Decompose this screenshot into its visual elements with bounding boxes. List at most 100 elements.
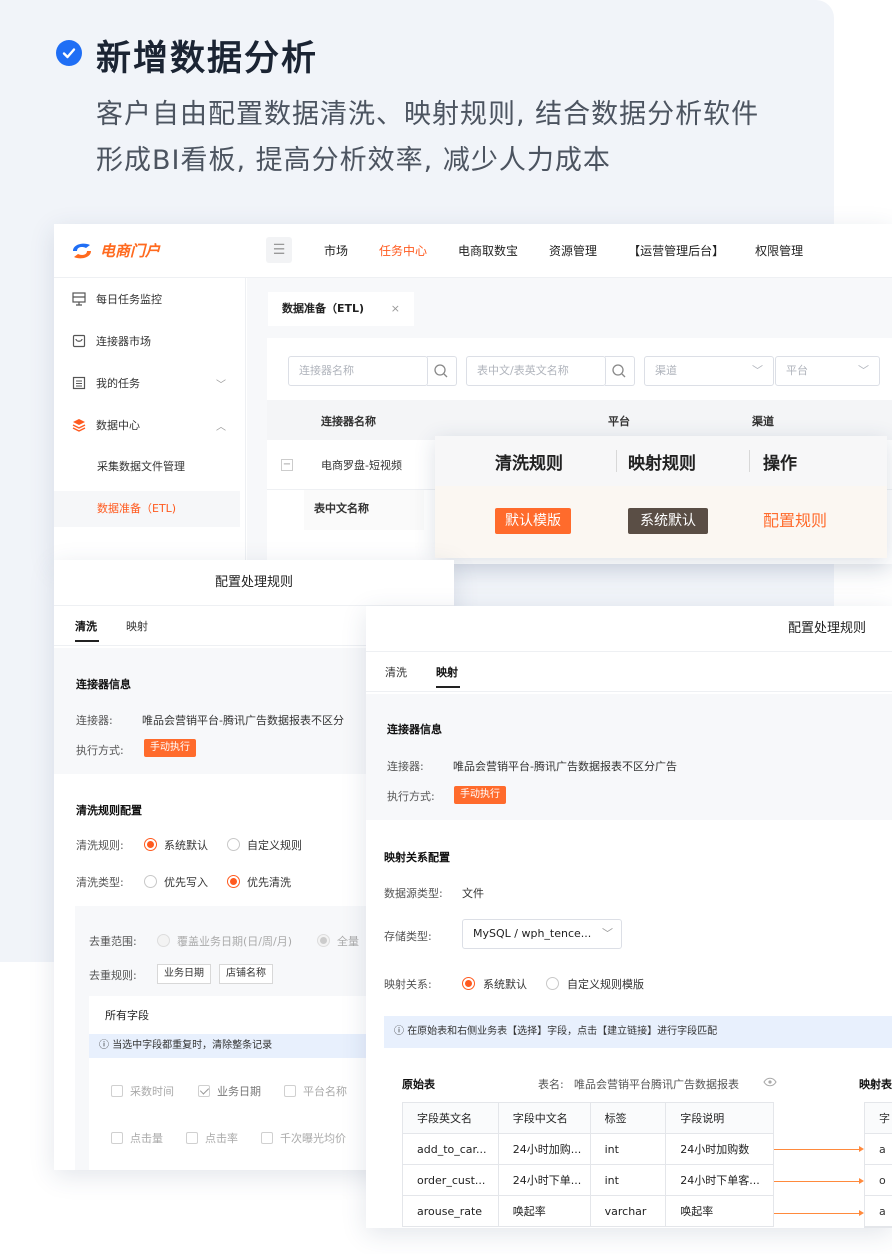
sidebar-item-daily-monitor[interactable]: 每日任务监控 — [54, 281, 240, 317]
search-button[interactable] — [605, 356, 635, 386]
storage-select[interactable]: MySQL / wph_tence... ﹀ — [462, 919, 622, 949]
zoom-header: 清洗规则 映射规则 操作 — [435, 436, 887, 486]
nav-item-resources[interactable]: 资源管理 — [549, 242, 597, 259]
cell: 唤起率 — [497, 1195, 591, 1227]
radio-cover-date[interactable] — [157, 934, 170, 947]
cell[interactable]: a — [865, 1134, 892, 1165]
table-name-label: 表名: — [538, 1078, 564, 1091]
dedup-scope-label: 去重范围: — [89, 935, 137, 948]
logo-text: 电商门户 — [100, 242, 161, 260]
radio-write-first[interactable] — [144, 875, 157, 888]
sidebar-subitem-file-mgmt[interactable]: 采集数据文件管理 — [54, 449, 240, 485]
map-label: 映射关系: — [384, 978, 432, 991]
nav-item-ops-admin[interactable]: 【运营管理后台】 — [628, 242, 724, 259]
check-circle-icon — [56, 40, 82, 66]
hero-subtitle-line2: 形成BI看板, 提高分析效率, 减少人力成本 — [96, 145, 611, 176]
radio-system-default[interactable] — [462, 977, 475, 990]
rules-zoom-card: 清洗规则 映射规则 操作 默认模版 系统默认 配置规则 — [435, 436, 887, 558]
cell[interactable]: a — [865, 1196, 892, 1227]
logo[interactable]: 电商门户 — [70, 240, 160, 261]
sidebar-item-data-center[interactable]: 数据中心 ︿ — [54, 407, 240, 443]
divider — [749, 450, 750, 472]
sidebar: 每日任务监控 连接器市场 我的任务 ﹀ 数据中心 ︿ 采集数据文件管理 数据准备… — [54, 278, 246, 564]
table-name-input[interactable]: 表中文/表英文名称 — [466, 356, 606, 386]
link-line — [774, 1213, 862, 1214]
dedup-chip[interactable]: 店铺名称 — [219, 964, 273, 984]
chevron-up-icon[interactable]: ︿ — [216, 418, 226, 433]
col-map-rule: 映射规则 — [628, 454, 696, 474]
radio-full[interactable] — [317, 934, 330, 947]
row-connector-name: 电商罗盘-短视频 — [321, 459, 402, 472]
platform-select[interactable]: 平台 ﹀ — [775, 356, 880, 386]
tab-label: 数据准备（ETL) — [282, 302, 365, 315]
monitor-icon — [72, 292, 86, 306]
connector-info-section — [366, 694, 892, 820]
checkbox-collect-time[interactable] — [111, 1085, 123, 1097]
cell[interactable]: o — [865, 1165, 892, 1196]
chevron-down-icon: ﹀ — [602, 927, 613, 940]
eye-icon[interactable] — [763, 1077, 777, 1087]
nav-item-market[interactable]: 市场 — [324, 242, 348, 259]
col-clean-rule: 清洗规则 — [495, 454, 563, 474]
nav-item-task-center[interactable]: 任务中心 — [379, 242, 427, 259]
link-line — [774, 1181, 862, 1182]
radio-system-default[interactable] — [144, 838, 157, 851]
radio-custom-rule[interactable] — [227, 838, 240, 851]
close-icon[interactable]: × — [391, 292, 400, 326]
checkbox-clicks[interactable] — [111, 1132, 123, 1144]
select-placeholder: 平台 — [786, 364, 808, 377]
storage-label: 存储类型: — [384, 930, 432, 943]
table-row[interactable]: arouse_rate 唤起率 varchar 唤起率 — [402, 1195, 774, 1227]
sidebar-item-connector-market[interactable]: 连接器市场 — [54, 323, 240, 359]
logo-icon — [73, 243, 91, 258]
search-button[interactable] — [427, 356, 457, 386]
tab-map[interactable]: 映射 — [126, 618, 148, 634]
sidebar-item-label: 每日任务监控 — [96, 293, 162, 306]
top-nav: 市场 任务中心 电商取数宝 资源管理 【运营管理后台】 权限管理 — [324, 242, 834, 259]
configure-rules-link[interactable]: 配置规则 — [763, 508, 827, 534]
search-icon — [434, 364, 448, 378]
checkbox-platform-name[interactable] — [284, 1085, 296, 1097]
radio-clean-first[interactable] — [227, 875, 240, 888]
hero-subtitle-line1: 客户自由配置数据清洗、映射规则, 结合数据分析软件 — [96, 99, 760, 130]
table-name-value: 唯品会营销平台腾讯广告数据报表 — [574, 1078, 739, 1091]
cell: arouse_rate — [402, 1195, 499, 1227]
cell: add_to_car... — [402, 1133, 499, 1165]
sidebar-item-label: 数据中心 — [96, 419, 140, 432]
table-row[interactable]: add_to_car... 24小时加购... int 24小时加购数 — [402, 1133, 774, 1165]
chevron-down-icon: ﹀ — [858, 364, 869, 377]
select-placeholder: 渠道 — [655, 364, 677, 377]
sidebar-subitem-etl[interactable]: 数据准备（ETL) — [54, 491, 240, 527]
section-title: 连接器信息 — [387, 723, 442, 736]
link-line — [774, 1149, 862, 1150]
dedup-chip[interactable]: 业务日期 — [157, 964, 211, 984]
chevron-down-icon[interactable]: ﹀ — [216, 376, 226, 391]
connector-name-input[interactable]: 连接器名称 — [288, 356, 428, 386]
channel-select[interactable]: 渠道 ﹀ — [644, 356, 774, 386]
tab-clean[interactable]: 清洗 — [385, 664, 407, 680]
nav-item-data-fetch[interactable]: 电商取数宝 — [458, 242, 518, 259]
tab-clean[interactable]: 清洗 — [75, 618, 97, 634]
nav-item-permissions[interactable]: 权限管理 — [755, 242, 803, 259]
tab-etl[interactable]: 数据准备（ETL) × — [268, 292, 414, 326]
checkbox-cpm[interactable] — [261, 1132, 273, 1144]
divider — [616, 450, 617, 472]
connector-value: 唯品会营销平台-腾讯广告数据报表不区分 — [142, 714, 344, 727]
checkbox-business-date[interactable] — [198, 1085, 210, 1097]
sidebar-item-label: 我的任务 — [96, 377, 140, 390]
table-row[interactable]: order_cust... 24小时下单... int 24小时下单客... — [402, 1164, 774, 1196]
sidebar-item-my-tasks[interactable]: 我的任务 ﹀ — [54, 365, 240, 401]
store-icon — [72, 334, 86, 348]
checkbox-ctr[interactable] — [186, 1132, 198, 1144]
map-config-window: 配置处理规则 清洗 映射 连接器信息 连接器: 唯品会营销平台-腾讯广告数据报表… — [366, 606, 892, 1228]
map-table-title: 映射表 — [859, 1078, 892, 1091]
section-title: 连接器信息 — [76, 678, 131, 691]
table-header-row: 字段英文名 字段中文名 标签 字段说明 — [402, 1102, 774, 1134]
tab-map[interactable]: 映射 — [436, 664, 458, 680]
col-header: 字 — [865, 1103, 892, 1134]
radio-custom-template[interactable] — [546, 977, 559, 990]
checkbox-label: 业务日期 — [217, 1085, 261, 1098]
info-text: 在原始表和右侧业务表【选择】字段，点击【建立链接】进行字段匹配 — [407, 1026, 718, 1037]
collapse-icon[interactable]: − — [281, 459, 293, 471]
menu-toggle-icon[interactable]: ☰ — [266, 237, 292, 263]
